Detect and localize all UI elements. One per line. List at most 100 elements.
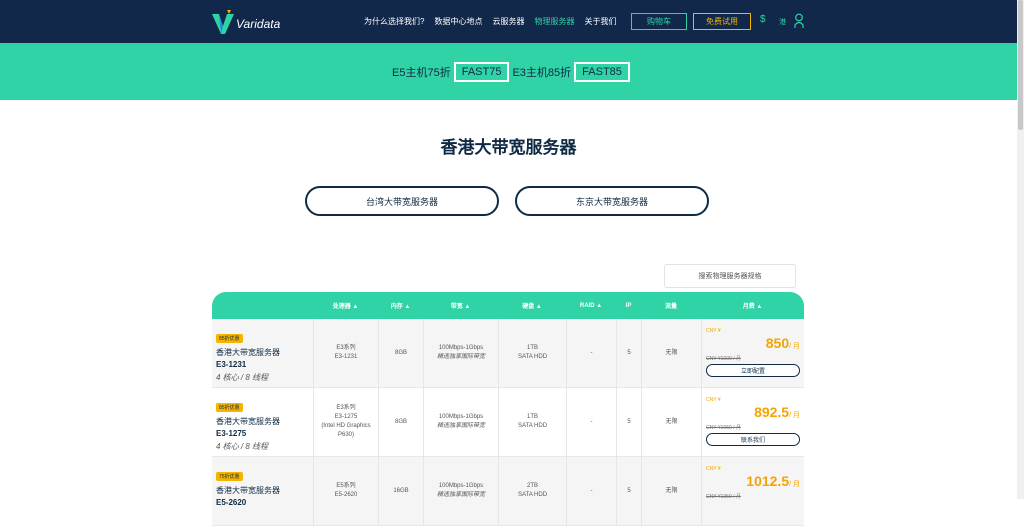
top-navbar: Varidata 为什么选择我们? 数据中心地点 云服务器 物理服务器 关于我们… xyxy=(0,0,1017,43)
price-amount: 850 xyxy=(765,335,790,351)
contact-us-button[interactable]: 联系我们 xyxy=(706,433,800,446)
bandwidth-cell: 100Mbps-1Gbps 精选独享国际带宽 xyxy=(423,319,498,387)
scrollbar-thumb[interactable] xyxy=(1018,0,1023,130)
menu-item-cloud-server[interactable]: 云服务器 xyxy=(492,16,524,27)
ip-cell: 5 xyxy=(616,457,641,525)
bandwidth-value: 100Mbps-1Gbps xyxy=(438,414,484,420)
ip-cell: 5 xyxy=(616,388,641,456)
header-traffic: 流量 xyxy=(664,304,677,310)
table-row: 85折优惠 香港大带宽服务器 E3-1275 4 核心 / 8 线程 E3系列 … xyxy=(212,388,804,457)
menu-item-about[interactable]: 关于我们 xyxy=(584,16,616,27)
discount-badge: 85折优惠 xyxy=(216,403,243,412)
promo-banner: E5主机75折 FAST75 E3主机85折 FAST85 xyxy=(0,43,1017,100)
disk-cell: 1TB SATA HDD xyxy=(498,388,566,456)
product-model: E5-2620 xyxy=(216,498,247,507)
old-price: CNY ¥1050 / 月 xyxy=(706,425,741,431)
disk-size: 2TB xyxy=(526,483,538,489)
search-input[interactable]: 搜索物理服务器规格 xyxy=(664,264,796,288)
product-name: 香港大带宽服务器 xyxy=(216,417,280,426)
price-cell: CNY ¥ 1012.5/ 月 CNY ¥1350 / 月 xyxy=(701,457,804,525)
traffic-cell: 无限 xyxy=(641,319,701,387)
header-disk[interactable]: 硬盘 ▲ xyxy=(498,292,566,319)
header-monthly-price[interactable]: 月费 ▲ xyxy=(701,292,804,319)
currency-selector[interactable]: $ xyxy=(760,14,766,25)
bandwidth-note: 精选独享国际带宽 xyxy=(436,423,485,429)
cpu-cell: E3系列 E3-1231 xyxy=(313,319,378,387)
free-trial-button[interactable]: 免费试用 xyxy=(693,13,751,30)
user-icon[interactable] xyxy=(794,13,804,29)
menu-item-why-us[interactable]: 为什么选择我们? xyxy=(364,16,424,27)
price-amount: 892.5 xyxy=(754,404,790,420)
logo[interactable]: Varidata xyxy=(212,9,280,35)
cpu-line: E3系列 xyxy=(336,345,356,351)
disk-size: 1TB xyxy=(526,345,538,351)
bandwidth-value: 100Mbps-1Gbps xyxy=(438,483,484,489)
ip-cell: 5 xyxy=(616,319,641,387)
table-row: 75折优惠 香港大带宽服务器 E5-2620 E5系列 E5-2620 16GB… xyxy=(212,457,804,526)
menu-item-datacenters[interactable]: 数据中心地点 xyxy=(434,16,482,27)
cpu-cell: E3系列 E3-1275 (Intel HD Graphics P630) xyxy=(313,388,378,456)
raid-cell: - xyxy=(566,457,616,525)
page-scrollbar[interactable] xyxy=(1017,0,1024,499)
price-unit: / 月 xyxy=(789,343,800,350)
discount-badge: 75折优惠 xyxy=(216,472,243,481)
disk-type: SATA HDD xyxy=(517,354,548,360)
logo-icon xyxy=(212,10,234,34)
price-value: 1012.5/ 月 xyxy=(746,473,800,489)
header-bandwidth[interactable]: 带宽 ▲ xyxy=(423,292,498,319)
product-cores: 4 核心 / 8 线程 xyxy=(216,442,269,451)
disk-type: SATA HDD xyxy=(517,423,548,429)
currency-label: CNY ¥ xyxy=(706,466,721,472)
raid-cell: - xyxy=(566,388,616,456)
old-price: CNY ¥1000 / 月 xyxy=(706,356,741,362)
product-model: E3-1275 xyxy=(216,429,247,438)
price-unit: / 月 xyxy=(789,412,800,419)
cpu-line: P630) xyxy=(337,432,354,438)
promo-e3-text: E3主机85折 xyxy=(512,67,572,79)
price-value: 892.5/ 月 xyxy=(754,404,800,420)
bandwidth-cell: 100Mbps-1Gbps 精选独享国际带宽 xyxy=(423,388,498,456)
product-cell: 85折优惠 香港大带宽服务器 E3-1275 4 核心 / 8 线程 xyxy=(212,388,313,456)
cart-button[interactable]: 购物车 xyxy=(631,13,687,30)
server-table: 处理器 ▲ 内存 ▲ 带宽 ▲ 硬盘 ▲ RAID ▲ IP 流量 月费 ▲ 8… xyxy=(212,292,804,526)
header-ip: IP xyxy=(625,302,632,309)
traffic-cell: 无限 xyxy=(641,388,701,456)
language-selector[interactable]: 港 xyxy=(779,17,786,27)
cpu-line: E3-1231 xyxy=(334,354,358,360)
header-ram[interactable]: 内存 ▲ xyxy=(378,292,423,319)
cpu-cell: E5系列 E5-2620 xyxy=(313,457,378,525)
ram-cell: 16GB xyxy=(378,457,423,525)
price-cell: CNY ¥ 892.5/ 月 CNY ¥1050 / 月 联系我们 xyxy=(701,388,804,456)
product-cell: 75折优惠 香港大带宽服务器 E5-2620 xyxy=(212,457,313,525)
raid-cell: - xyxy=(566,319,616,387)
cpu-line: E5系列 xyxy=(336,483,356,489)
price-value: 850/ 月 xyxy=(766,335,800,351)
configure-button[interactable]: 立即配置 xyxy=(706,364,800,377)
currency-label: CNY ¥ xyxy=(706,397,721,403)
menu-item-physical-server[interactable]: 物理服务器 xyxy=(534,16,574,27)
promo-code-fast85[interactable]: FAST85 xyxy=(574,62,630,82)
product-cell: 85折优惠 香港大带宽服务器 E3-1231 4 核心 / 8 线程 xyxy=(212,319,313,387)
ram-cell: 8GB xyxy=(378,319,423,387)
tab-tokyo-servers[interactable]: 东京大带宽服务器 xyxy=(515,186,709,216)
price-amount: 1012.5 xyxy=(746,473,790,489)
tab-taiwan-servers[interactable]: 台湾大带宽服务器 xyxy=(305,186,499,216)
bandwidth-cell: 100Mbps-1Gbps 精选独享国际带宽 xyxy=(423,457,498,525)
main-menu: 为什么选择我们? 数据中心地点 云服务器 物理服务器 关于我们 xyxy=(364,0,626,43)
promo-code-fast75[interactable]: FAST75 xyxy=(453,62,510,82)
header-cpu[interactable]: 处理器 ▲ xyxy=(313,292,378,319)
price-unit: / 月 xyxy=(789,481,800,488)
product-name: 香港大带宽服务器 xyxy=(216,348,280,357)
ram-cell: 8GB xyxy=(378,388,423,456)
disk-cell: 2TB SATA HDD xyxy=(498,457,566,525)
promo-e5-text: E5主机75折 xyxy=(392,67,451,79)
product-cores: 4 核心 / 8 线程 xyxy=(216,373,269,382)
disk-cell: 1TB SATA HDD xyxy=(498,319,566,387)
bandwidth-note: 精选独享国际带宽 xyxy=(436,354,485,360)
table-header: 处理器 ▲ 内存 ▲ 带宽 ▲ 硬盘 ▲ RAID ▲ IP 流量 月费 ▲ xyxy=(212,292,804,319)
product-model: E3-1231 xyxy=(216,360,247,369)
traffic-cell: 无限 xyxy=(641,457,701,525)
cpu-line: (Intel HD Graphics xyxy=(321,423,371,429)
cpu-line: E3-1275 xyxy=(334,414,358,420)
header-raid[interactable]: RAID ▲ xyxy=(566,292,616,319)
